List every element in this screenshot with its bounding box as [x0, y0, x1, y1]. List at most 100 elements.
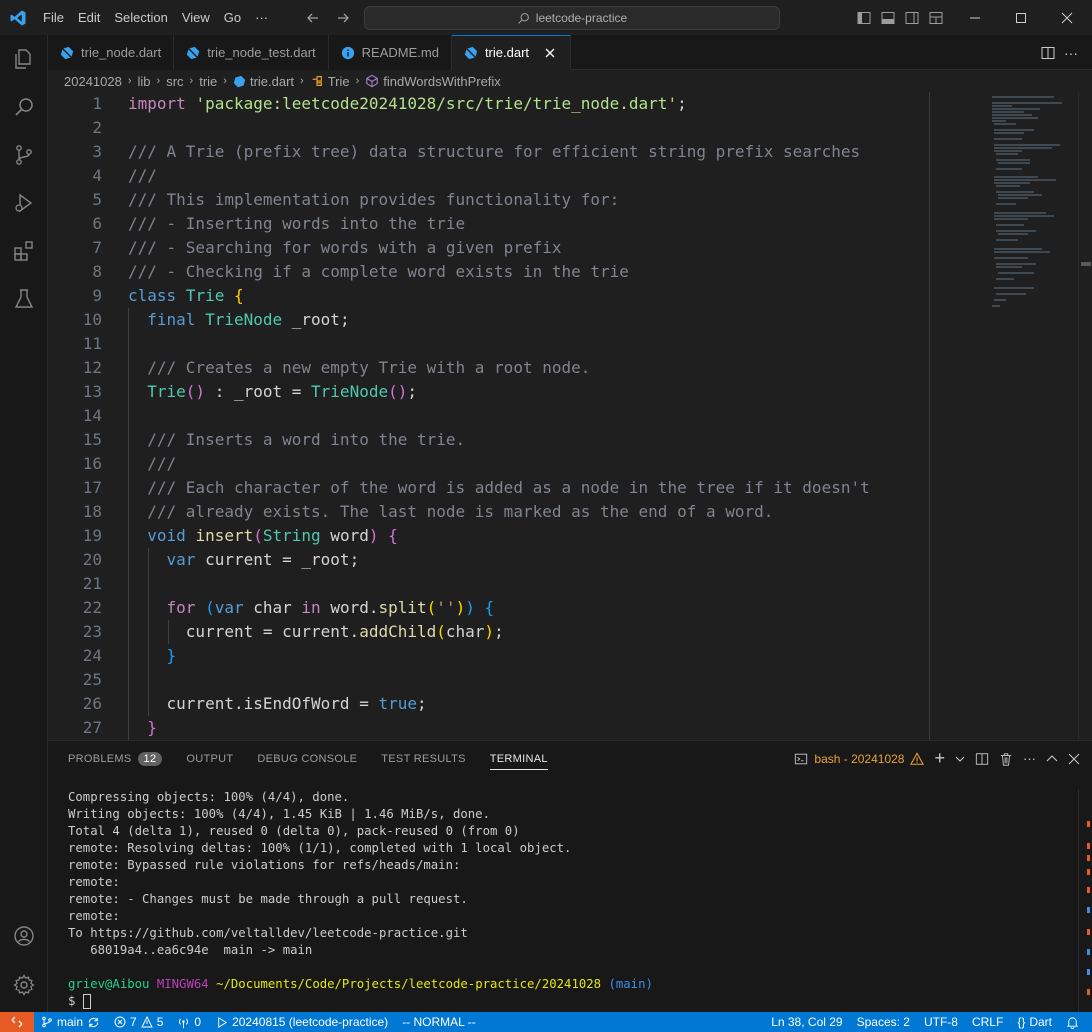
chevron-right-icon: ›: [127, 75, 132, 87]
terminal-output[interactable]: Compressing objects: 100% (4/4), done. W…: [68, 789, 1068, 1010]
source-control-icon[interactable]: [0, 131, 48, 179]
run-config-label: 20240815 (leetcode-practice): [232, 1015, 389, 1029]
terminal-line: remote: - Changes must be made through a…: [68, 892, 468, 906]
close-tab-icon[interactable]: [542, 45, 558, 61]
accounts-icon[interactable]: [0, 912, 48, 960]
layout-controls: [852, 0, 948, 35]
extensions-icon[interactable]: [0, 227, 48, 275]
minimize-icon[interactable]: [952, 0, 998, 35]
dart-icon: [464, 46, 478, 59]
code-line: current.isEndOfWord = true;: [128, 692, 988, 716]
warning-count: 5: [156, 1015, 164, 1029]
new-terminal-plus-icon[interactable]: +: [934, 748, 945, 769]
toggle-sidebar-icon[interactable]: [852, 0, 876, 35]
customize-layout-icon[interactable]: [924, 0, 948, 35]
breadcrumb-file[interactable]: trie.dart: [250, 74, 294, 89]
code-line: void insert(String word) {: [128, 524, 988, 548]
scrollbar-thumb[interactable]: [1081, 262, 1091, 266]
sync-icon[interactable]: [87, 1016, 100, 1029]
terminal-scrollbar[interactable]: [1078, 789, 1092, 1013]
trash-icon[interactable]: [999, 752, 1013, 766]
menu-file[interactable]: File: [36, 0, 71, 35]
line-number: 27: [82, 718, 102, 737]
tab-terminal[interactable]: TERMINAL: [489, 741, 548, 776]
terminal-line: remote: Resolving deltas: 100% (1/1), co…: [68, 841, 572, 855]
more-actions-icon[interactable]: ···: [1023, 751, 1036, 766]
terminal-line: 68019a4..ea6c94e main -> main: [68, 943, 313, 957]
tab-readme[interactable]: README.md: [328, 35, 452, 70]
tab-trie[interactable]: trie.dart: [451, 35, 572, 70]
chevron-down-icon[interactable]: [955, 754, 965, 764]
testing-flask-icon[interactable]: [0, 275, 48, 323]
branch-indicator[interactable]: main: [34, 1012, 107, 1032]
line-ending[interactable]: CRLF: [965, 1012, 1010, 1032]
explorer-icon[interactable]: [0, 35, 48, 83]
breadcrumb-folder[interactable]: trie: [199, 74, 217, 89]
remote-indicator[interactable]: [0, 1012, 34, 1032]
forward-arrow-icon[interactable]: [335, 10, 351, 26]
ports-indicator[interactable]: 0: [170, 1012, 208, 1032]
close-window-icon[interactable]: [1044, 0, 1090, 35]
tab-problems[interactable]: PROBLEMS 12: [68, 741, 163, 776]
terminal-selector[interactable]: bash - 20241028: [794, 752, 925, 766]
code-line: /// Each character of the word is added …: [128, 476, 988, 500]
line-number: 16: [82, 454, 102, 473]
tab-debug-console[interactable]: DEBUG CONSOLE: [257, 741, 357, 776]
toggle-secondary-sidebar-icon[interactable]: [900, 0, 924, 35]
menu-view[interactable]: View: [175, 0, 217, 35]
doc-comment: /// Inserts a word into the trie.: [147, 430, 466, 449]
tab-output[interactable]: OUTPUT: [186, 741, 233, 776]
title-bar: File Edit Selection View Go ··· leetcode…: [0, 0, 1092, 35]
line-number: 10: [82, 310, 102, 329]
search-icon[interactable]: [0, 83, 48, 131]
menu-go[interactable]: Go: [217, 0, 248, 35]
doc-comment: /// already exists. The last node is mar…: [147, 502, 774, 521]
maximize-panel-icon[interactable]: [1046, 753, 1058, 765]
language-mode[interactable]: {} Dart: [1010, 1012, 1059, 1032]
dart-icon: [233, 75, 246, 87]
code-line: }: [128, 644, 988, 668]
run-config-indicator[interactable]: 20240815 (leetcode-practice): [208, 1012, 395, 1032]
terminal-input-line[interactable]: $: [68, 993, 1068, 1010]
minimap[interactable]: [988, 92, 1078, 740]
tab-trie-node-test[interactable]: trie_node_test.dart: [174, 35, 329, 70]
menu-selection[interactable]: Selection: [107, 0, 174, 35]
close-panel-icon[interactable]: [1068, 753, 1080, 765]
problems-indicator[interactable]: 7 5: [107, 1012, 170, 1032]
terminal-icon: [795, 753, 808, 764]
code-editor[interactable]: 1 2 3 4 5 6 7 8 9 10 11 12 13 14 15 16 1…: [48, 92, 1092, 740]
line-number: 12: [82, 358, 102, 377]
cursor-position[interactable]: Ln 38, Col 29: [764, 1012, 849, 1032]
split-terminal-icon[interactable]: [975, 752, 989, 766]
prompt-user: griev@Aibou: [68, 977, 150, 991]
code-area[interactable]: import 'package:leetcode20241028/src/tri…: [128, 92, 988, 740]
settings-gear-icon[interactable]: [0, 961, 48, 1009]
method-symbol-icon: [366, 74, 379, 88]
breadcrumb-method[interactable]: findWordsWithPrefix: [383, 74, 501, 89]
menu-more[interactable]: ···: [248, 0, 275, 35]
breadcrumb-folder[interactable]: src: [166, 74, 183, 89]
run-debug-icon[interactable]: [0, 179, 48, 227]
line-number: 19: [82, 526, 102, 545]
split-editor-icon[interactable]: [1040, 45, 1056, 61]
breadcrumb-class[interactable]: Trie: [328, 74, 350, 89]
toggle-panel-icon[interactable]: [876, 0, 900, 35]
doc-comment: /// Each character of the word is added …: [147, 478, 870, 497]
command-center-search[interactable]: leetcode-practice: [364, 6, 780, 30]
line-number: 4: [92, 166, 102, 185]
tab-trie-node[interactable]: trie_node.dart: [48, 35, 175, 70]
code-line: for (var char in word.split('')) {: [128, 596, 988, 620]
back-arrow-icon[interactable]: [305, 10, 321, 26]
menu-edit[interactable]: Edit: [71, 0, 107, 35]
indentation[interactable]: Spaces: 2: [850, 1012, 917, 1032]
encoding[interactable]: UTF-8: [917, 1012, 965, 1032]
breadcrumb-folder[interactable]: 20241028: [64, 74, 122, 89]
tab-test-results[interactable]: TEST RESULTS: [381, 741, 466, 776]
editor-scrollbar[interactable]: [1078, 92, 1092, 740]
maximize-icon[interactable]: [998, 0, 1044, 35]
more-actions-icon[interactable]: ···: [1064, 45, 1078, 61]
breadcrumb-folder[interactable]: lib: [138, 74, 151, 89]
notifications[interactable]: [1059, 1012, 1086, 1032]
terminal-prompt-line: griev@Aibou MINGW64 ~/Documents/Code/Pro…: [68, 976, 1068, 993]
